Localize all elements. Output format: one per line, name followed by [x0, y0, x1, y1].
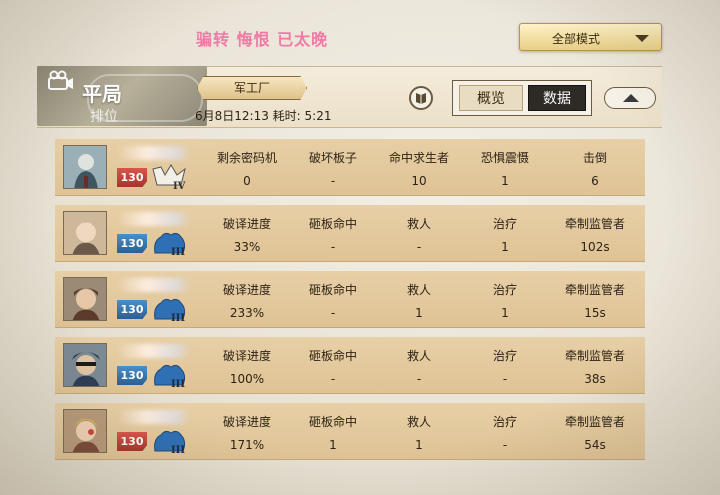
stat-label: 砸板命中: [308, 283, 357, 297]
stat-label: 破译进度: [222, 349, 271, 363]
player-row: 130 IV 剩余密码机 0 破坏板子 - 命中求生者 10 恐惧震慑 1 击倒…: [55, 139, 645, 196]
player-row: 130 III 破译进度 171% 砸板命中 1 救人 1 治疗 - 牵制监管者…: [55, 403, 645, 460]
rank-tier: III: [171, 313, 185, 323]
stat-label: 救人: [406, 283, 431, 297]
stat-label: 击倒: [582, 151, 607, 165]
stat-value: -: [330, 306, 336, 320]
mode-select[interactable]: 全部模式: [519, 23, 662, 51]
level-badge: 130: [117, 366, 147, 385]
stat-value: 102s: [580, 240, 610, 254]
book-button[interactable]: [409, 86, 433, 110]
rank-emblem-icon: III: [154, 298, 185, 323]
rank-emblem-icon: IV: [152, 164, 186, 191]
stat-label: 治疗: [492, 349, 517, 363]
match-mode-sub: 排位: [90, 109, 118, 125]
avatar: [63, 409, 107, 453]
stat-label: 命中求生者: [388, 151, 449, 165]
stat-value: -: [502, 438, 508, 452]
stat-label: 救人: [406, 217, 431, 231]
rank-tier: III: [171, 445, 185, 455]
avatar: [63, 145, 107, 189]
stat-label: 破译进度: [222, 217, 271, 231]
rank-emblem-icon: III: [154, 430, 185, 455]
rank-tier: IV: [173, 181, 186, 191]
rank-tier: III: [171, 379, 185, 389]
stat-value: 233%: [229, 306, 265, 320]
stat-value: -: [330, 174, 336, 188]
stat-value: 171%: [229, 438, 265, 452]
player-row: 130 III 破译进度 100% 砸板命中 - 救人 - 治疗 - 牵制监管者…: [55, 337, 645, 394]
stat-value: -: [330, 372, 336, 386]
stat-label: 恐惧震慑: [480, 151, 529, 165]
stat-label: 牵制监管者: [564, 217, 625, 231]
player-row: 130 III 破译进度 33% 砸板命中 - 救人 - 治疗 1 牵制监管者 …: [55, 205, 645, 262]
rank-emblem-icon: III: [154, 364, 185, 389]
stat-label: 牵制监管者: [564, 283, 625, 297]
player-name-blurred: [117, 344, 191, 358]
stat-value: 1: [501, 306, 509, 320]
stat-value: 0: [243, 174, 251, 188]
match-time: 6月8日12:13 耗时: 5:21: [195, 109, 332, 123]
tab-overview[interactable]: 概览: [459, 85, 523, 111]
stat-label: 救人: [406, 349, 431, 363]
stat-label: 治疗: [492, 415, 517, 429]
stat-label: 牵制监管者: [564, 349, 625, 363]
mode-select-value: 全部模式: [552, 32, 601, 46]
stat-value: 1: [415, 306, 423, 320]
stat-value: 1: [501, 240, 509, 254]
book-icon: [416, 93, 426, 104]
stat-value: -: [330, 240, 336, 254]
level-badge: 130: [117, 300, 147, 319]
stat-label: 剩余密码机: [216, 151, 277, 165]
avatar: [63, 211, 107, 255]
player-name-blurred: [117, 278, 191, 292]
avatar: [63, 277, 107, 321]
stat-value: -: [502, 372, 508, 386]
level-badge: 130: [117, 432, 147, 451]
stat-label: 治疗: [492, 283, 517, 297]
stat-value: 15s: [584, 306, 606, 320]
stat-value: 1: [501, 174, 509, 188]
stat-value: 10: [411, 174, 427, 188]
rank-tier: III: [171, 247, 185, 257]
stat-value: 1: [329, 438, 337, 452]
stat-label: 砸板命中: [308, 349, 357, 363]
level-badge: 130: [117, 168, 147, 187]
match-mode: 平局: [82, 82, 122, 106]
camera-icon: [48, 70, 73, 90]
map-name: 军工厂: [197, 76, 307, 100]
stat-value: 33%: [233, 240, 261, 254]
stat-label: 救人: [406, 415, 431, 429]
player-name-blurred: [117, 146, 191, 160]
view-tabs: 概览 数据: [452, 80, 592, 116]
stat-label: 砸板命中: [308, 415, 357, 429]
stat-label: 牵制监管者: [564, 415, 625, 429]
stat-label: 砸板命中: [308, 217, 357, 231]
chevron-down-icon: [635, 35, 649, 42]
player-name-blurred: [117, 410, 191, 424]
stat-value: -: [416, 240, 422, 254]
rank-emblem-icon: III: [154, 232, 185, 257]
tab-data[interactable]: 数据: [528, 85, 586, 111]
page-title: 骗转 悔恨 已太晚: [196, 30, 329, 49]
stat-label: 治疗: [492, 217, 517, 231]
stat-value: 1: [415, 438, 423, 452]
stat-value: 100%: [229, 372, 265, 386]
stat-label: 破坏板子: [308, 151, 357, 165]
chevron-up-icon: [623, 94, 639, 102]
stat-value: 6: [591, 174, 599, 188]
stat-value: 54s: [584, 438, 606, 452]
stat-label: 破译进度: [222, 415, 271, 429]
player-row: 130 III 破译进度 233% 砸板命中 - 救人 1 治疗 1 牵制监管者…: [55, 271, 645, 328]
stat-value: -: [416, 372, 422, 386]
player-name-blurred: [117, 212, 191, 226]
level-badge: 130: [117, 234, 147, 253]
stat-label: 破译进度: [222, 283, 271, 297]
avatar: [63, 343, 107, 387]
stat-value: 38s: [584, 372, 606, 386]
collapse-button[interactable]: [604, 87, 656, 109]
